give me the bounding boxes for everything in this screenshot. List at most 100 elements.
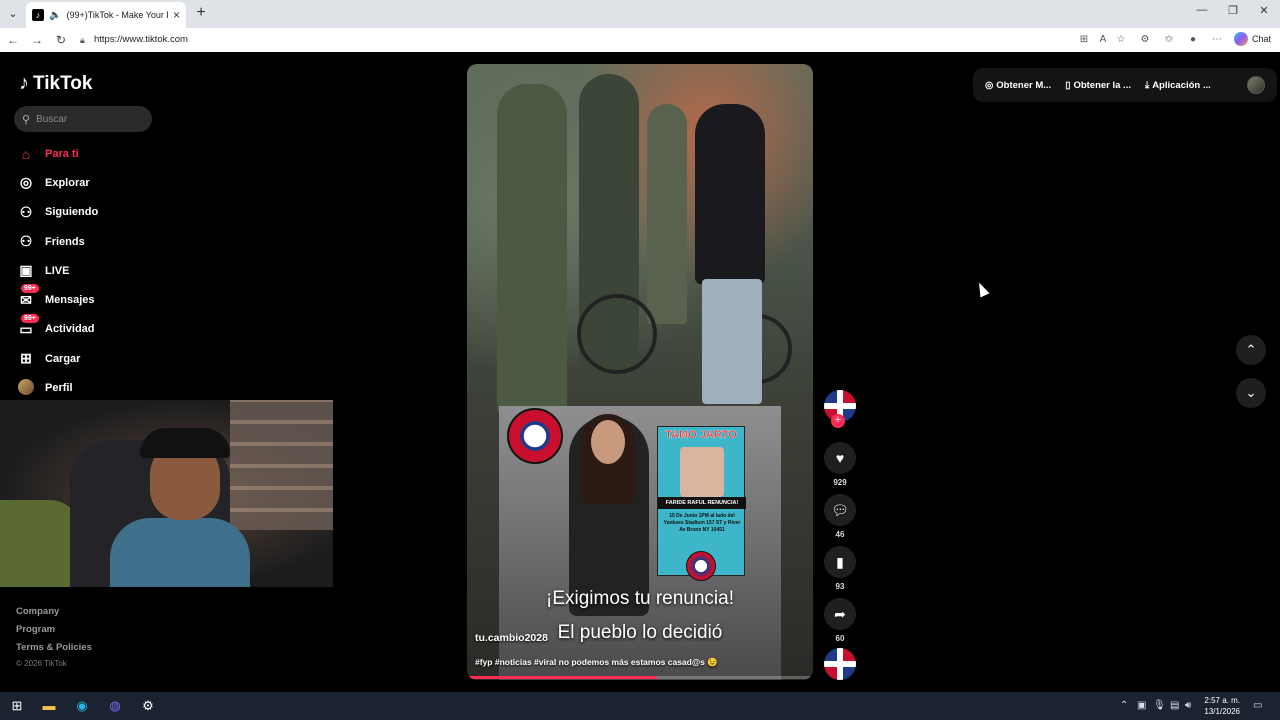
video-author[interactable]: tu.cambio2028 — [475, 632, 548, 644]
comment-count: 46 — [835, 530, 845, 539]
get-app-button[interactable]: ▯ Obtener la ... — [1065, 80, 1131, 91]
friends-icon: ⚇ — [19, 233, 33, 250]
desktop-app-button[interactable]: ⤓ Aplicación ... — [1145, 80, 1211, 91]
phone-icon: ▯ — [1065, 79, 1071, 91]
copyright: © 2026 TikTok — [16, 659, 67, 668]
poster-title: TAMO JARTO — [665, 429, 737, 441]
user-avatar[interactable] — [1247, 76, 1265, 94]
footer-link-company[interactable]: Company — [16, 606, 59, 617]
sidebar-item-cargar[interactable]: ⊞ Cargar — [17, 344, 98, 373]
notifications-icon[interactable]: ▭ — [1253, 700, 1262, 711]
sidebar-item-mensajes[interactable]: ✉ 99+ Mensajes — [17, 284, 98, 314]
url-text: https://www.tiktok.com — [94, 34, 188, 45]
sidebar-item-para-ti[interactable]: ⌂ Para ti — [17, 139, 98, 168]
like-count: 929 — [833, 478, 847, 487]
share-icon[interactable]: ➦ — [824, 598, 856, 630]
sidebar-item-perfil[interactable]: Perfil — [17, 373, 98, 402]
profile-avatar — [17, 378, 35, 398]
messages-icon: ✉ — [20, 291, 32, 308]
live-icon: ▣ — [19, 262, 33, 279]
brand-name: TikTok — [33, 72, 93, 94]
poster-band: FARIDE RAFUL RENUNCIA! — [658, 497, 746, 509]
save-count: 93 — [835, 582, 845, 591]
tab-list-chevron-icon[interactable]: ⌄ — [4, 5, 22, 23]
browser-tab[interactable]: ♪ 🔈 (99+)TikTok - Make Your Day × — [26, 2, 186, 28]
forward-arrow-icon[interactable]: → — [29, 32, 45, 48]
sidebar-item-siguiendo[interactable]: ⚇ Siguiendo — [17, 198, 98, 227]
sound-disc-avatar[interactable] — [824, 648, 856, 680]
video-player[interactable]: TAMO JARTO FARIDE RAFUL RENUNCIA! 15 De … — [467, 64, 813, 680]
back-arrow-icon[interactable]: ← — [5, 32, 21, 48]
desktop-app-label: Aplicación ... — [1152, 79, 1211, 91]
restore-button[interactable]: ❐ — [1218, 4, 1248, 17]
sidebar-item-live[interactable]: ▣ LIVE — [17, 256, 98, 285]
sidebar-item-label: Friends — [45, 235, 85, 248]
sidebar-item-friends[interactable]: ⚇ Friends — [17, 227, 98, 256]
sidebar-item-label: LIVE — [45, 264, 70, 277]
search-input[interactable] — [36, 113, 137, 125]
notification-badge: 99+ — [21, 284, 39, 294]
tray-app-icon[interactable]: ▣ — [1137, 700, 1146, 711]
window-close-button[interactable]: ✕ — [1249, 4, 1279, 17]
refresh-icon[interactable]: ↻ — [53, 32, 69, 48]
user-follow-icon: ⚇ — [19, 203, 33, 220]
app-icon-2[interactable]: ⚙ — [139, 697, 157, 715]
edge-browser-icon[interactable]: ◉ — [73, 697, 91, 715]
get-app-label: Obtener la ... — [1073, 79, 1131, 91]
tray-chevron-icon[interactable]: ⌃ — [1120, 700, 1128, 711]
copilot-chat-button[interactable]: Chat — [1234, 32, 1271, 46]
video-caption-line1: ¡Exigimos tu renuncia! — [546, 588, 734, 609]
download-icon: ⤓ — [1144, 79, 1150, 91]
favorite-star-icon[interactable]: ☆ — [1114, 33, 1128, 47]
lock-icon: 🔒︎ — [80, 35, 85, 45]
video-progress-bar[interactable] — [467, 676, 813, 679]
tiktok-page: ♪ TikTok ⚲ ⌂ Para ti ◎ Explorar ⚇ Siguie… — [0, 52, 1277, 690]
translate-icon[interactable]: A — [1096, 33, 1110, 47]
new-tab-button[interactable]: + — [192, 4, 210, 22]
windows-start-icon[interactable]: ⊞ — [8, 697, 26, 715]
sidebar-item-explorar[interactable]: ◎ Explorar — [17, 168, 98, 197]
notification-badge: 99+ — [21, 313, 39, 323]
volume-icon[interactable]: 🔊︎ — [1185, 700, 1191, 711]
home-icon: ⌂ — [21, 145, 31, 162]
sidebar-item-actividad[interactable]: ▭ 99+ Actividad — [17, 313, 98, 344]
profile-icon[interactable]: ● — [1186, 33, 1200, 47]
more-menu-icon[interactable]: ⋯ — [1210, 33, 1224, 47]
footer-link-program[interactable]: Program — [16, 624, 55, 635]
tiktok-note-icon: ♪ — [19, 72, 29, 94]
tiktok-logo[interactable]: ♪ TikTok — [19, 72, 92, 95]
speaker-icon[interactable]: 🔈 — [49, 10, 61, 21]
get-coins-button[interactable]: ◎ Obtener M... — [985, 80, 1051, 91]
browser-tab-bar: ⌄ ♪ 🔈 (99+)TikTok - Make Your Day × + — … — [0, 0, 1280, 28]
sidebar-item-label: Mensajes — [45, 294, 95, 307]
favorites-icon[interactable]: ✩ — [1162, 33, 1176, 47]
network-icon[interactable]: ▤ — [1170, 700, 1179, 711]
minimize-button[interactable]: — — [1187, 4, 1217, 16]
footer-link-terms[interactable]: Terms & Policies — [16, 642, 92, 653]
microphone-icon[interactable]: 🎙︎ — [1153, 700, 1166, 711]
sidebar-item-label: Siguiendo — [45, 206, 99, 219]
comment-icon[interactable]: 💬︎ — [824, 494, 856, 526]
upload-icon: ⊞ — [20, 350, 32, 367]
previous-video-button[interactable]: ⌃ — [1236, 335, 1266, 365]
mouse-cursor-icon — [974, 280, 990, 298]
next-video-button[interactable]: ⌄ — [1236, 378, 1266, 408]
follow-button[interactable]: + — [831, 414, 845, 428]
search-box[interactable]: ⚲ — [14, 106, 152, 132]
sidebar-item-label: Perfil — [45, 382, 73, 395]
extensions-icon[interactable]: ⚙ — [1138, 33, 1152, 47]
heart-icon[interactable]: ♥ — [824, 442, 856, 474]
clock-date: 13/1/2026 — [1204, 707, 1240, 716]
tab-close-icon[interactable]: × — [173, 8, 180, 22]
clock-time: 2:57 a. m. — [1204, 696, 1240, 705]
app-available-icon[interactable]: ⊞ — [1077, 33, 1091, 47]
top-right-bar: ◎ Obtener M... ▯ Obtener la ... ⤓ Aplicació… — [973, 68, 1277, 102]
bookmark-icon[interactable]: ▮ — [824, 546, 856, 578]
streamer-webcam-overlay — [0, 400, 333, 587]
app-icon-1[interactable]: ◍ — [106, 697, 124, 715]
share-action: ➦ 60 — [824, 598, 856, 643]
system-clock[interactable]: 2:57 a. m. 13/1/2026 — [1200, 695, 1240, 717]
get-coins-label: Obtener M... — [996, 79, 1052, 91]
file-explorer-icon[interactable]: ▬ — [40, 697, 58, 715]
url-field[interactable]: 🔒︎ https://www.tiktok.com — [78, 31, 1078, 49]
